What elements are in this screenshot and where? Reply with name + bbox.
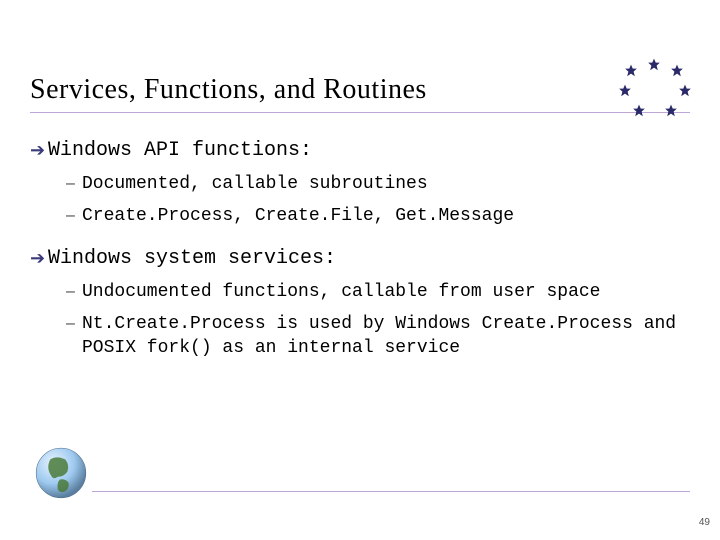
globe-icon: [34, 446, 88, 500]
bullet-item: ➔ Windows system services:: [30, 246, 690, 272]
bullet-text: Windows API functions:: [48, 138, 312, 164]
star-icon: [618, 84, 632, 98]
dash-icon: –: [66, 280, 82, 304]
page-number: 49: [699, 517, 710, 528]
title-underline: [30, 112, 690, 113]
slide-body: ➔ Windows API functions: – Documented, c…: [30, 130, 690, 368]
dash-icon: –: [66, 172, 82, 196]
dash-icon: –: [66, 312, 82, 336]
bullet-text: Windows system services:: [48, 246, 336, 272]
star-icon: [647, 58, 661, 72]
star-icon: [678, 84, 692, 98]
subbullet-text: Undocumented functions, callable from us…: [82, 280, 600, 304]
footer-underline: [92, 491, 690, 492]
subbullet-item: – Undocumented functions, callable from …: [66, 280, 690, 304]
stars-logo: [616, 58, 692, 122]
subbullet-text: Create.Process, Create.File, Get.Message: [82, 204, 514, 228]
subbullet-item: – Documented, callable subroutines: [66, 172, 690, 196]
dash-icon: –: [66, 204, 82, 228]
subbullet-item: – Create.Process, Create.File, Get.Messa…: [66, 204, 690, 228]
bullet-item: ➔ Windows API functions:: [30, 138, 690, 164]
star-icon: [664, 104, 678, 118]
star-icon: [632, 104, 646, 118]
star-icon: [670, 64, 684, 78]
subbullet-text: Nt.Create.Process is used by Windows Cre…: [82, 312, 690, 360]
subbullet-item: – Nt.Create.Process is used by Windows C…: [66, 312, 690, 360]
star-icon: [624, 64, 638, 78]
arrow-icon: ➔: [30, 138, 48, 162]
slide: Services, Functions, and Routines ➔ Wind…: [0, 0, 720, 540]
arrow-icon: ➔: [30, 246, 48, 270]
subbullet-text: Documented, callable subroutines: [82, 172, 428, 196]
page-title: Services, Functions, and Routines: [30, 74, 427, 106]
